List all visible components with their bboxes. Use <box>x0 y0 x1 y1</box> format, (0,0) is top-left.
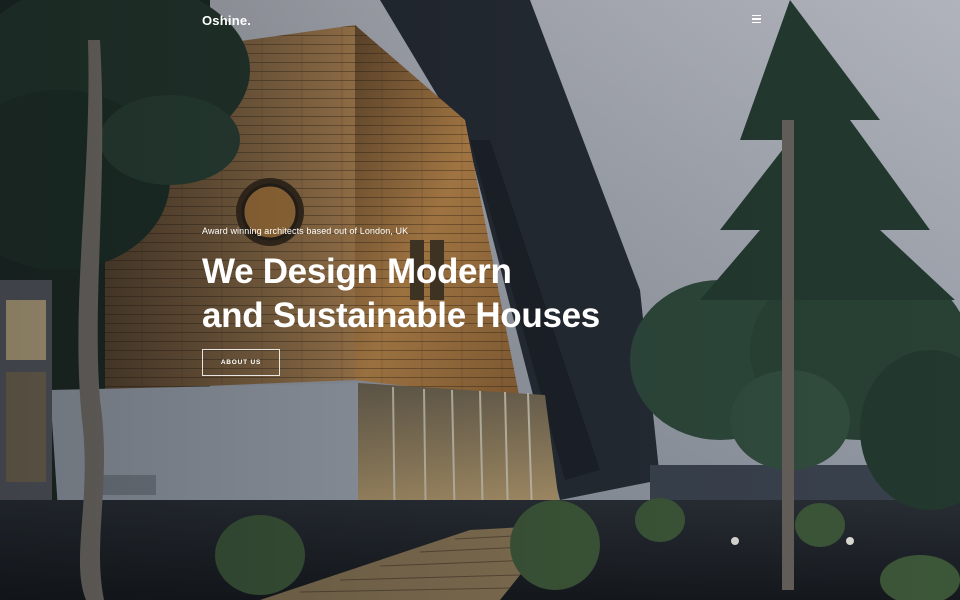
hero-headline: We Design Modern and Sustainable Houses <box>202 250 600 338</box>
about-us-button[interactable]: ABOUT US <box>202 349 280 376</box>
hero-page: Oshine. Award winning architects based o… <box>0 0 960 600</box>
menu-bar <box>751 15 761 17</box>
menu-bar <box>751 21 761 24</box>
hamburger-menu-icon[interactable] <box>749 13 763 27</box>
hero-headline-line-2: and Sustainable Houses <box>202 296 600 335</box>
hero-headline-line-1: We Design Modern <box>202 252 512 291</box>
menu-bar <box>751 18 761 20</box>
hero-subtitle: Award winning architects based out of Lo… <box>202 226 409 236</box>
site-logo[interactable]: Oshine. <box>202 13 251 28</box>
